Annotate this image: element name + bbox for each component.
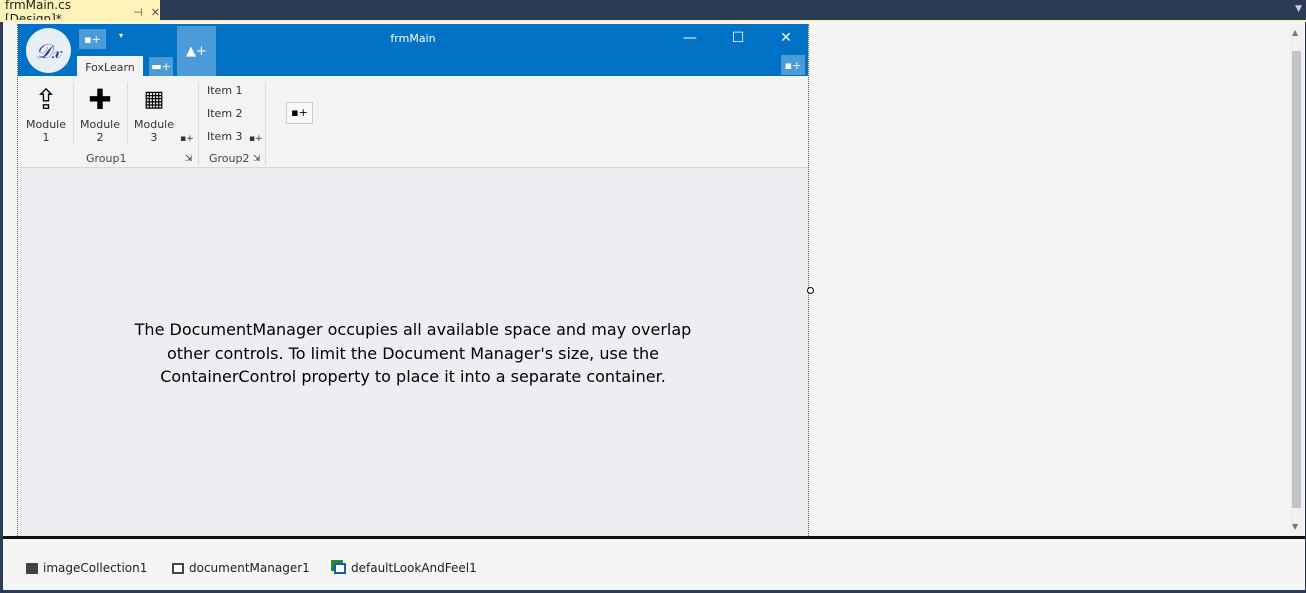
- title-bar: 𝒟𝓍 ▪+ ▾ ▲+ frmMain — ☐ ✕ ▪+ FoxLearn ▬+: [18, 24, 808, 76]
- label: 2: [96, 131, 104, 144]
- document-tab[interactable]: frmMain.cs [Design]* ⊣ ✕: [0, 0, 160, 26]
- label: imageCollection1: [43, 561, 148, 575]
- scroll-up-icon[interactable]: ▲: [1292, 28, 1298, 37]
- label: Module: [134, 118, 174, 131]
- label: documentManager1: [189, 561, 310, 575]
- resize-handle[interactable]: [807, 287, 814, 294]
- maximize-icon[interactable]: ☐: [728, 30, 748, 46]
- component-defaultlookandfeel1[interactable]: defaultLookAndFeel1: [334, 561, 477, 575]
- minimize-icon[interactable]: —: [680, 30, 700, 46]
- scroll-down-icon[interactable]: ▼: [1292, 522, 1298, 531]
- ribbon: ⇪ Module 1 ✚ Module 2 ▦ Module 3 ▪+ Group1 ⇲ I…: [18, 76, 808, 168]
- group-divider: [265, 82, 266, 166]
- module-3-button[interactable]: ▦ Module 3: [129, 82, 179, 144]
- label: Module: [26, 118, 66, 131]
- ribbon-tab-foxlearn[interactable]: FoxLearn: [77, 56, 143, 76]
- look-and-feel-icon: [334, 562, 346, 574]
- group1-label: Group1: [86, 152, 127, 165]
- add-page-icon[interactable]: ▬+: [149, 57, 173, 76]
- image-collection-icon: [26, 562, 38, 574]
- scrollbar-thumb[interactable]: [1292, 51, 1301, 508]
- add-group-icon[interactable]: ▪+: [286, 102, 313, 124]
- item-3[interactable]: Item 3: [207, 130, 243, 143]
- group-divider: [198, 82, 199, 166]
- add-item-icon[interactable]: ▪+: [249, 134, 263, 144]
- divider: [127, 82, 128, 144]
- puzzle-icon: ✚: [88, 83, 112, 116]
- divider: [73, 82, 74, 144]
- grid-icon: ▦: [143, 87, 165, 112]
- document-manager-message: The DocumentManager occupies all availab…: [18, 318, 808, 389]
- module-1-button[interactable]: ⇪ Module 1: [21, 82, 71, 144]
- dialog-launcher-icon[interactable]: ⇲: [253, 154, 261, 164]
- add-page-header-item-icon[interactable]: ▪+: [781, 55, 805, 75]
- pin-icon[interactable]: ⊣: [133, 6, 143, 19]
- label: 3: [150, 131, 158, 144]
- close-window-icon[interactable]: ✕: [776, 30, 796, 46]
- tab-dropdown-icon[interactable]: ▼: [1295, 4, 1302, 14]
- module-2-button[interactable]: ✚ Module 2: [75, 82, 125, 144]
- label: 1: [42, 131, 50, 144]
- component-imagecollection1[interactable]: imageCollection1: [26, 561, 147, 575]
- item-2[interactable]: Item 2: [207, 107, 243, 120]
- add-item-icon[interactable]: ▪+: [180, 134, 194, 144]
- label: defaultLookAndFeel1: [351, 561, 477, 575]
- component-tray: imageCollection1 documentManager1 defaul…: [3, 539, 1305, 590]
- group2-label: Group2: [209, 152, 250, 165]
- dialog-launcher-icon[interactable]: ⇲: [185, 154, 193, 164]
- item-1[interactable]: Item 1: [207, 84, 243, 97]
- form-frmMain[interactable]: 𝒟𝓍 ▪+ ▾ ▲+ frmMain — ☐ ✕ ▪+ FoxLearn ▬+ …: [17, 24, 809, 536]
- label: Module: [80, 118, 120, 131]
- component-documentmanager1[interactable]: documentManager1: [172, 561, 310, 575]
- message-text: The DocumentManager occupies all availab…: [134, 320, 692, 386]
- vertical-scrollbar[interactable]: ▲ ▼: [1289, 24, 1304, 536]
- document-manager-icon: [172, 562, 184, 574]
- upload-icon: ⇪: [34, 83, 58, 116]
- close-icon[interactable]: ✕: [151, 6, 160, 19]
